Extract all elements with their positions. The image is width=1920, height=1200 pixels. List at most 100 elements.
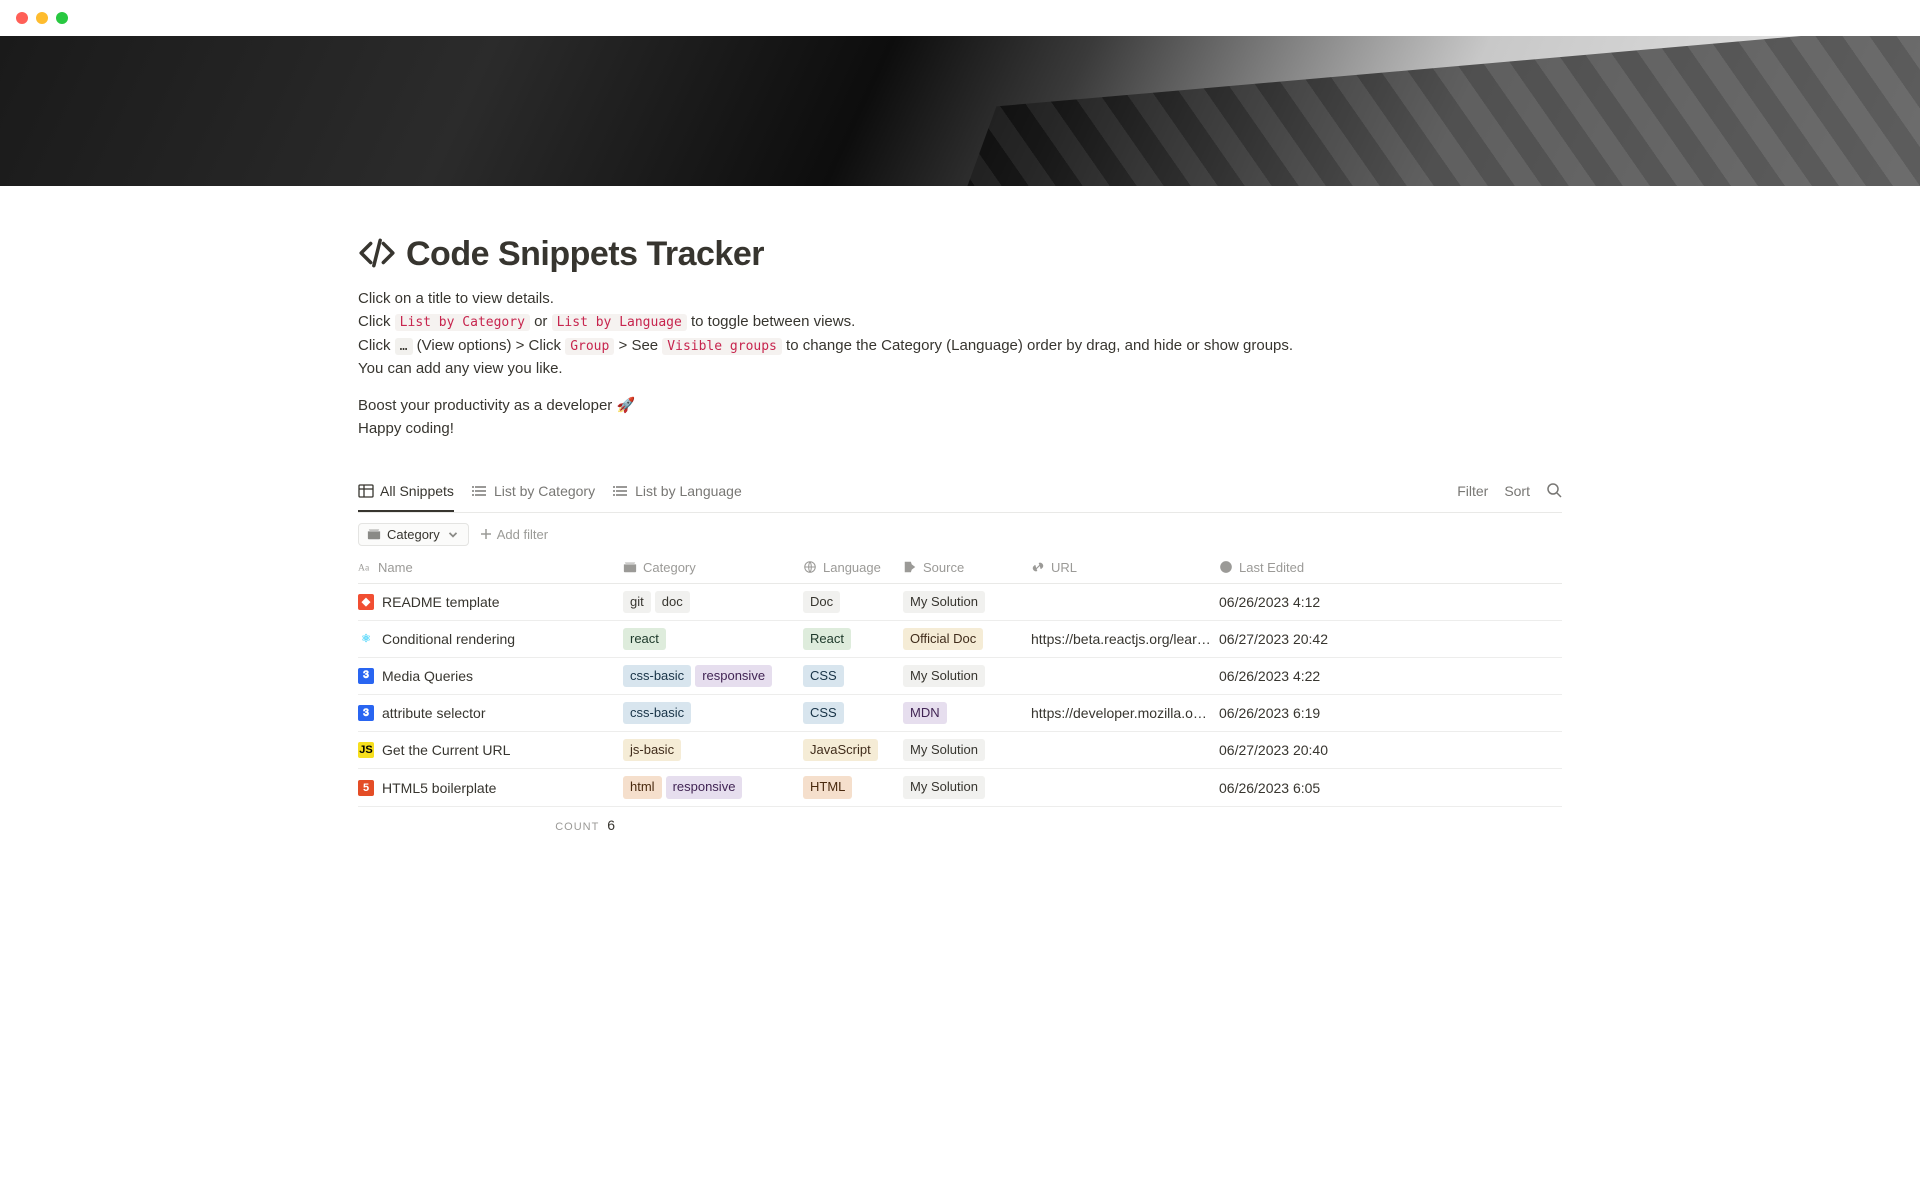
col-label: Source [923, 560, 964, 575]
code-chip: List by Language [552, 314, 687, 331]
code-chip: … [395, 338, 413, 355]
desc-text: (View options) > Click [413, 337, 566, 354]
category-tag: git [623, 591, 651, 613]
last-edited-cell: 06/26/2023 4:22 [1219, 657, 1349, 694]
col-header-language[interactable]: Language [803, 552, 903, 584]
url-cell[interactable]: https://beta.reactjs.org/learn# [1031, 620, 1219, 657]
source-tag: My Solution [903, 776, 985, 798]
row-name-cell[interactable]: ◆ README template [358, 594, 615, 610]
last-edited-cell: 06/26/2023 6:05 [1219, 769, 1349, 806]
desc-text: > See [614, 337, 662, 354]
language-tag: CSS [803, 702, 844, 724]
url-cell[interactable]: https://developer.mozilla.org/j [1031, 695, 1219, 732]
col-header-name[interactable]: Aa Name [358, 552, 623, 584]
language-tag: HTML [803, 776, 852, 798]
table-row[interactable]: ◆ README template gitdoc Doc My Solution 06/2… [358, 583, 1562, 620]
source-tag: MDN [903, 702, 947, 724]
category-tag: responsive [666, 776, 743, 798]
count-label: COUNT [555, 821, 599, 833]
category-tag: css-basic [623, 665, 691, 687]
desc-text: Click on a title to view details. [358, 290, 554, 307]
desc-text: or [530, 313, 552, 330]
row-name-cell[interactable]: 𝟑 attribute selector [358, 705, 615, 721]
count-value: 6 [607, 817, 615, 833]
css-icon: 𝟑 [358, 668, 374, 684]
row-name-cell[interactable]: ⚛ Conditional rendering [358, 631, 615, 647]
table-row[interactable]: 5 HTML5 boilerplate htmlresponsive HTML My S… [358, 769, 1562, 806]
filter-button[interactable]: Filter [1457, 483, 1488, 499]
desc-text: to change the Category (Language) order … [782, 337, 1293, 354]
row-name: Get the Current URL [382, 742, 510, 758]
category-tag: js-basic [623, 739, 681, 761]
row-name-cell[interactable]: 𝟑 Media Queries [358, 668, 615, 684]
url-cell [1031, 732, 1219, 769]
last-edited-cell: 06/27/2023 20:42 [1219, 620, 1349, 657]
cover-image [0, 36, 1920, 186]
minimize-window-button[interactable] [36, 12, 48, 24]
html-icon: 5 [358, 780, 374, 796]
col-header-category[interactable]: Category [623, 552, 803, 584]
category-tag: css-basic [623, 702, 691, 724]
add-filter-label: Add filter [497, 527, 548, 542]
sort-button[interactable]: Sort [1504, 483, 1530, 499]
desc-text: to toggle between views. [687, 313, 855, 330]
language-tag: Doc [803, 591, 840, 613]
add-filter-button[interactable]: Add filter [479, 527, 548, 542]
search-icon[interactable] [1546, 482, 1562, 501]
last-edited-cell: 06/26/2023 4:12 [1219, 583, 1349, 620]
tab-label: List by Category [494, 483, 595, 499]
filter-row: Category Add filter [358, 513, 1562, 552]
category-tag: responsive [695, 665, 772, 687]
category-tag: doc [655, 591, 690, 613]
maximize-window-button[interactable] [56, 12, 68, 24]
table-row[interactable]: JSGet the Current URLjs-basicJavaScriptM… [358, 732, 1562, 769]
col-label: Category [643, 560, 696, 575]
url-cell [1031, 657, 1219, 694]
col-header-source[interactable]: Source [903, 552, 1031, 584]
close-window-button[interactable] [16, 12, 28, 24]
table-row[interactable]: ⚛Conditional renderingreactReactOfficial… [358, 620, 1562, 657]
row-name: Conditional rendering [382, 631, 515, 647]
category-tag: react [623, 628, 666, 650]
tab-label: All Snippets [380, 483, 454, 499]
desc-text: Click [358, 337, 395, 354]
row-name: HTML5 boilerplate [382, 780, 496, 796]
css-icon: 𝟑 [358, 705, 374, 721]
row-name: README template [382, 594, 499, 610]
chevron-down-icon [446, 527, 460, 541]
row-name: Media Queries [382, 668, 473, 684]
row-name-cell[interactable]: JSGet the Current URL [358, 742, 615, 758]
desc-text: Happy coding! [358, 420, 454, 437]
table-row[interactable]: 𝟑Media Queriescss-basicresponsiveCSSMy S… [358, 657, 1562, 694]
window-controls [0, 0, 1920, 36]
tab-list-by-language[interactable]: List by Language [613, 470, 742, 512]
last-edited-cell: 06/26/2023 6:19 [1219, 695, 1349, 732]
svg-text:Aa: Aa [358, 563, 370, 574]
language-tag: JavaScript [803, 739, 878, 761]
language-tag: React [803, 628, 851, 650]
git-icon: ◆ [358, 594, 374, 610]
col-label: Name [378, 560, 413, 575]
code-chip: Visible groups [662, 338, 782, 355]
code-chip: Group [565, 338, 614, 355]
tab-all-snippets[interactable]: All Snippets [358, 470, 454, 512]
category-tag: html [623, 776, 662, 798]
views-bar: All Snippets List by Category List by La… [358, 471, 1562, 513]
page-description: Click on a title to view details. Click … [358, 287, 1562, 441]
filter-chip-label: Category [387, 527, 440, 542]
row-name: attribute selector [382, 705, 486, 721]
col-label: Last Edited [1239, 560, 1304, 575]
filter-chip-category[interactable]: Category [358, 523, 469, 546]
col-header-url[interactable]: URL [1031, 552, 1219, 584]
url-cell [1031, 583, 1219, 620]
row-name-cell[interactable]: 5 HTML5 boilerplate [358, 780, 615, 796]
col-header-last-edited[interactable]: Last Edited [1219, 552, 1349, 584]
url-cell [1031, 769, 1219, 806]
tab-list-by-category[interactable]: List by Category [472, 470, 595, 512]
source-tag: My Solution [903, 591, 985, 613]
snippets-table: Aa Name Category Language Source URL Last… [358, 552, 1562, 840]
col-label: URL [1051, 560, 1077, 575]
react-icon: ⚛ [358, 631, 374, 647]
table-row[interactable]: 𝟑 attribute selector css-basic CSS MDN https:… [358, 695, 1562, 732]
col-label: Language [823, 560, 881, 575]
